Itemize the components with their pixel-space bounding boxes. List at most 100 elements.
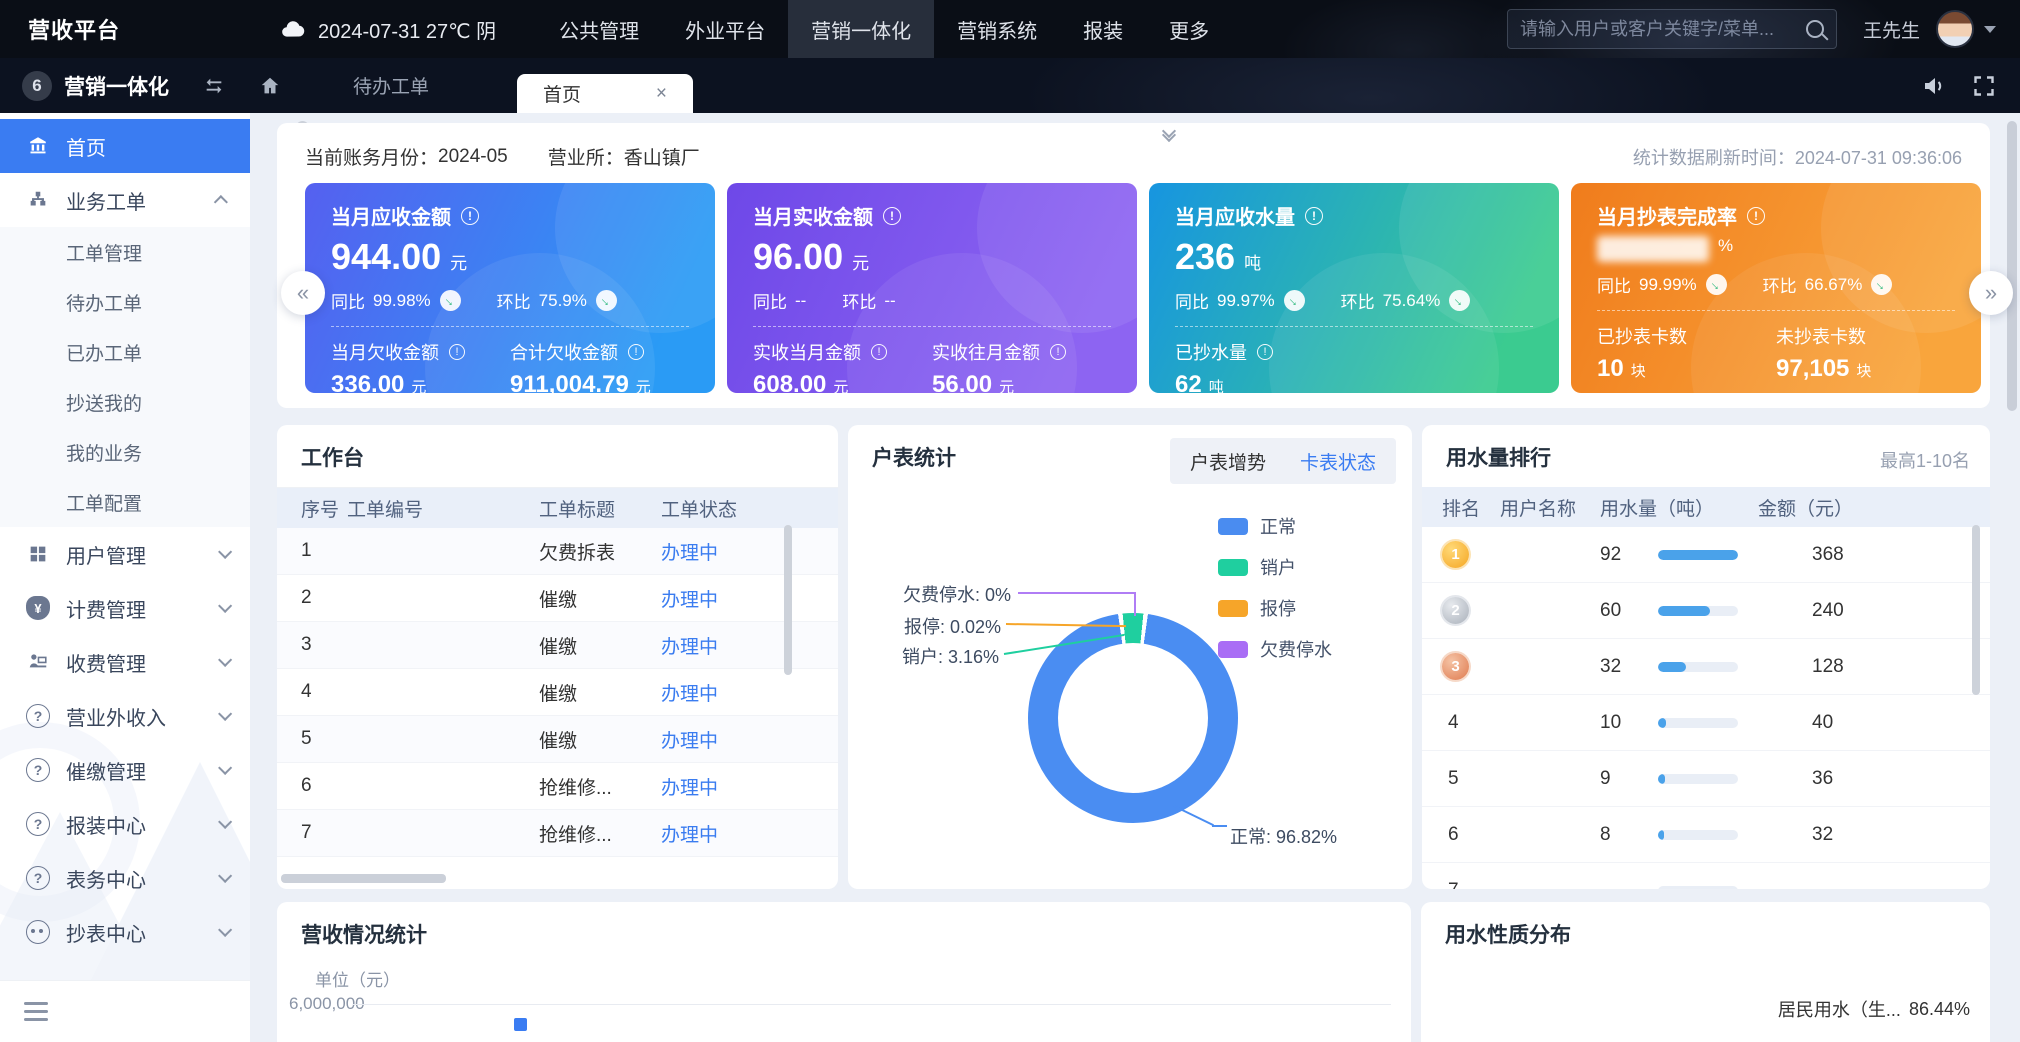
stat-card-title: 当月抄表完成率 bbox=[1597, 201, 1737, 230]
info-icon[interactable] bbox=[871, 344, 887, 360]
workspace-tab[interactable]: 首页 × bbox=[517, 74, 693, 113]
menu-list-icon[interactable] bbox=[24, 1010, 48, 1013]
info-icon[interactable] bbox=[628, 344, 644, 360]
legend-item[interactable]: 欠费停水 bbox=[1218, 636, 1332, 662]
switch-product-icon[interactable] bbox=[203, 75, 225, 97]
workbench-hscrollbar[interactable] bbox=[281, 874, 446, 883]
order-status-link[interactable]: 办理中 bbox=[661, 637, 718, 658]
workbench-vscrollbar[interactable] bbox=[784, 525, 792, 675]
sidebar-item[interactable]: 营业外收入 bbox=[0, 689, 250, 743]
legend-item[interactable]: 正常 bbox=[1218, 513, 1332, 539]
top-nav-item[interactable]: 报装 bbox=[1060, 0, 1146, 58]
order-status-link[interactable]: 办理中 bbox=[661, 778, 718, 799]
table-row[interactable]: 5 催缴 办理中 bbox=[277, 716, 838, 763]
usage-bar-fill bbox=[1658, 718, 1666, 728]
fullscreen-icon[interactable] bbox=[1972, 74, 1996, 98]
callout-line bbox=[1174, 805, 1214, 826]
legend-item[interactable]: 销户 bbox=[1218, 554, 1332, 580]
info-icon[interactable] bbox=[461, 207, 479, 225]
order-status-link[interactable]: 办理中 bbox=[661, 590, 718, 611]
water-nature-legend[interactable]: 居民用水（生... 86.44% bbox=[1736, 996, 1970, 1022]
sidebar-item[interactable]: 计费管理 bbox=[0, 581, 250, 635]
submetric-unit: 元 bbox=[411, 376, 426, 393]
info-icon[interactable] bbox=[883, 207, 901, 225]
topbar-decoration bbox=[1280, 0, 1540, 58]
sidebar-item[interactable]: 表务中心 bbox=[0, 851, 250, 905]
meter-stats-tab[interactable]: 户表增势 bbox=[1190, 448, 1266, 475]
stat-card-submetric: 未抄表卡数 97,105 块 bbox=[1776, 323, 1955, 383]
sidebar-subitem[interactable]: 抄送我的 bbox=[0, 377, 250, 427]
top-nav-item[interactable]: 更多 bbox=[1146, 0, 1232, 58]
cards-prev-button[interactable] bbox=[281, 271, 325, 315]
sidebar-item[interactable]: 催缴管理 bbox=[0, 743, 250, 797]
order-status-link[interactable]: 办理中 bbox=[661, 684, 718, 705]
chevron-icon bbox=[218, 761, 232, 775]
sidebar-item[interactable]: 报装中心 bbox=[0, 797, 250, 851]
ranking-row[interactable]: 1 92 368 bbox=[1422, 527, 1990, 583]
sidebar-subitem[interactable]: 待办工单 bbox=[0, 277, 250, 327]
collapse-notch[interactable] bbox=[1124, 123, 1214, 148]
info-icon[interactable] bbox=[1305, 207, 1323, 225]
usage-bar-fill bbox=[1658, 830, 1664, 840]
ranking-row[interactable]: 5 9 36 bbox=[1422, 751, 1990, 807]
product-name: 营销一体化 bbox=[64, 71, 169, 101]
table-row[interactable]: 1 欠费拆表 办理中 bbox=[277, 528, 838, 575]
order-title: 欠费拆表 bbox=[539, 538, 661, 565]
stat-card-submetric: 合计欠收金额 911,004.79 元 bbox=[510, 339, 689, 393]
ranking-row[interactable]: 4 10 40 bbox=[1422, 695, 1990, 751]
usage-value: 8 bbox=[1600, 824, 1658, 846]
top-nav-item[interactable]: 公共管理 bbox=[536, 0, 662, 58]
meter-stats-tab[interactable]: 卡表状态 bbox=[1300, 448, 1376, 475]
info-icon[interactable] bbox=[449, 344, 465, 360]
top-nav-item[interactable]: 营销一体化 bbox=[788, 0, 934, 58]
search-icon[interactable] bbox=[1806, 20, 1824, 38]
table-row[interactable]: 3 催缴 办理中 bbox=[277, 622, 838, 669]
sidebar-item[interactable]: 收费管理 bbox=[0, 635, 250, 689]
ranking-row[interactable]: 2 60 240 bbox=[1422, 583, 1990, 639]
sidebar-subitem[interactable]: 已办工单 bbox=[0, 327, 250, 377]
page-scrollbar[interactable] bbox=[2007, 121, 2017, 411]
chevron-icon bbox=[218, 653, 232, 667]
avatar[interactable] bbox=[1936, 10, 1974, 48]
row-index: 2 bbox=[277, 587, 347, 609]
sidebar-item[interactable]: 首页 bbox=[0, 119, 250, 173]
ranking-row[interactable]: 3 32 128 bbox=[1422, 639, 1990, 695]
user-menu-caret-icon[interactable] bbox=[1984, 26, 1996, 33]
ranking-row[interactable]: 6 8 32 bbox=[1422, 807, 1990, 863]
cards-next-button[interactable] bbox=[1969, 271, 2013, 315]
sidebar-item[interactable]: 用户管理 bbox=[0, 527, 250, 581]
home-icon[interactable] bbox=[259, 75, 281, 97]
table-row[interactable]: 7 抢维修... 办理中 bbox=[277, 810, 838, 857]
usage-bar-fill bbox=[1658, 774, 1665, 784]
stat-card-unit: 元 bbox=[852, 249, 869, 274]
ranking-row[interactable]: 7 bbox=[1422, 863, 1990, 889]
legend-percent: 86.44% bbox=[1909, 999, 1970, 1020]
submetric-label: 实收往月金额 bbox=[932, 339, 1040, 365]
legend-label: 居民用水（生... bbox=[1778, 996, 1901, 1022]
ranking-vscrollbar[interactable] bbox=[1972, 525, 1980, 695]
table-row[interactable]: 4 催缴 办理中 bbox=[277, 669, 838, 716]
order-status-link[interactable]: 办理中 bbox=[661, 825, 718, 846]
sidebar-subitem[interactable]: 我的业务 bbox=[0, 427, 250, 477]
sidebar-subitem[interactable]: 工单管理 bbox=[0, 227, 250, 277]
table-row[interactable]: 6 抢维修... 办理中 bbox=[277, 763, 838, 810]
revenue-legend-marker[interactable] bbox=[514, 1018, 527, 1031]
submetric-unit: 块 bbox=[1856, 360, 1871, 381]
top-nav-item[interactable]: 营销系统 bbox=[934, 0, 1060, 58]
sidebar-item[interactable]: 抄表中心 bbox=[0, 905, 250, 959]
sidebar-subitem[interactable]: 工单配置 bbox=[0, 477, 250, 527]
revenue-axis-tick: 6,000,000 bbox=[289, 994, 347, 1014]
stat-card-submetric: 实收当月金额 608.00 元 bbox=[753, 339, 932, 393]
workspace-tab[interactable]: 待办工单 × bbox=[327, 58, 455, 113]
order-status-link[interactable]: 办理中 bbox=[661, 543, 718, 564]
info-icon[interactable] bbox=[1747, 207, 1765, 225]
info-icon[interactable] bbox=[1257, 344, 1273, 360]
top-nav-item[interactable]: 外业平台 bbox=[662, 0, 788, 58]
legend-item[interactable]: 报停 bbox=[1218, 595, 1332, 621]
order-status-link[interactable]: 办理中 bbox=[661, 731, 718, 752]
speaker-icon[interactable] bbox=[1922, 74, 1946, 98]
close-tab-icon[interactable]: × bbox=[656, 83, 667, 105]
table-row[interactable]: 2 催缴 办理中 bbox=[277, 575, 838, 622]
info-icon[interactable] bbox=[1050, 344, 1066, 360]
sidebar-item[interactable]: 业务工单 bbox=[0, 173, 250, 227]
